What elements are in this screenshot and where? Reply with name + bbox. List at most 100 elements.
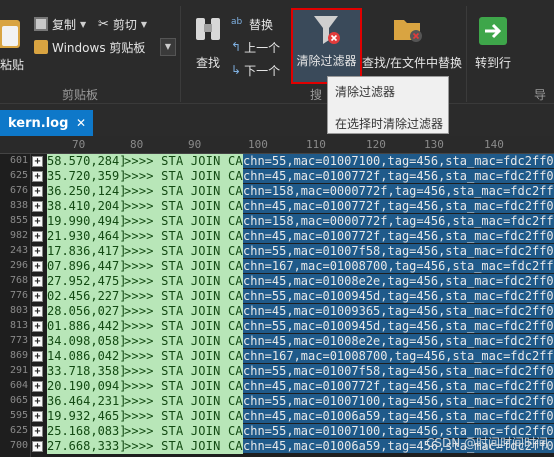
windows-clipboard-button[interactable]: Windows 剪贴板	[34, 37, 145, 57]
watermark: CSDN @时间时间时间	[425, 436, 548, 450]
line-number: 855	[9, 215, 28, 226]
highlighted-tag: >>>> STA JOIN CAP	[124, 169, 243, 184]
highlighted-tag: >>>> STA JOIN CAP	[124, 274, 243, 289]
tab-kern-log[interactable]: kern.log ✕	[0, 110, 93, 136]
log-message-text: chn=55,mac=0100945d,tag=456,sta_mac=fdc2…	[243, 319, 554, 333]
expand-icon[interactable]: +	[32, 186, 43, 197]
log-message: chn=45,mac=0100772f,tag=456,sta_mac=fdc2…	[243, 379, 554, 394]
log-row[interactable]: 803 +28.056,027] >>>> STA JOIN CAP chn=45,m…	[0, 304, 554, 319]
timestamp: 14.086,042]	[47, 349, 124, 364]
expand-icon[interactable]: +	[32, 231, 43, 242]
highlighted-tag: >>>> STA JOIN CAP	[124, 394, 243, 409]
expand-icon[interactable]: +	[32, 366, 43, 377]
expand-icon[interactable]: +	[32, 306, 43, 317]
timestamp: 17.836,417]	[47, 244, 124, 259]
timestamp: 36.250,124]	[47, 184, 124, 199]
expand-icon[interactable]: +	[32, 216, 43, 227]
log-row[interactable]: 065 +36.464,231] >>>> STA JOIN CAP chn=55,m…	[0, 394, 554, 409]
line-number: 625	[9, 170, 28, 181]
expand-icon[interactable]: +	[32, 396, 43, 407]
log-view[interactable]: 601 +58.570,284] >>>> STA JOIN CAP chn=55,m…	[0, 154, 554, 457]
expand-icon[interactable]: +	[32, 156, 43, 167]
cut-button[interactable]: ✂ 剪切 ▼	[98, 14, 147, 34]
goto-line-button[interactable]: 转到行	[470, 8, 516, 84]
log-row[interactable]: 604 +20.190,094] >>>> STA JOIN CAP chn=45,m…	[0, 379, 554, 394]
log-row[interactable]: 855 +19.990,494] >>>> STA JOIN CAP chn=158,…	[0, 214, 554, 229]
log-message: chn=45,mac=01009365,tag=456,sta_mac=fdc2…	[243, 304, 554, 319]
highlighted-tag: >>>> STA JOIN CAP	[124, 319, 243, 334]
log-row[interactable]: 813 +01.886,442] >>>> STA JOIN CAP chn=55,m…	[0, 319, 554, 334]
line-number: 065	[9, 395, 28, 406]
expand-icon[interactable]: +	[32, 381, 43, 392]
ruler-tick: 110	[306, 138, 326, 151]
highlighted-tag: >>>> STA JOIN CAP	[124, 154, 243, 169]
group-divider	[466, 6, 467, 102]
log-row[interactable]: 776 +02.456,227] >>>> STA JOIN CAP chn=55,m…	[0, 289, 554, 304]
expand-icon[interactable]: +	[32, 426, 43, 437]
log-row[interactable]: 768 +27.952,475] >>>> STA JOIN CAP chn=45,m…	[0, 274, 554, 289]
ribbon-toolbar: 粘贴 复制 ▼ ✂ 剪切 ▼ Windows 剪贴板 ▼ 剪贴板 查找 ab 替…	[0, 0, 554, 104]
highlighted-tag: >>>> STA JOIN CAP	[124, 334, 243, 349]
line-number: 601	[9, 155, 28, 166]
expand-icon[interactable]: +	[32, 276, 43, 287]
find-in-files-button[interactable]: 查找/在文件中替换	[362, 8, 462, 84]
expand-icon[interactable]: +	[32, 261, 43, 272]
log-message-text: chn=45,mac=0100772f,tag=456,sta_mac=fdc2…	[243, 169, 554, 183]
line-number: 676	[9, 185, 28, 196]
log-row[interactable]: 291 +33.718,358] >>>> STA JOIN CAP chn=55,m…	[0, 364, 554, 379]
expand-icon[interactable]: +	[32, 351, 43, 362]
clipboard-dropdown[interactable]: ▼	[160, 38, 176, 56]
document-tab-bar: kern.log ✕	[0, 104, 554, 136]
line-number: 813	[9, 320, 28, 331]
timestamp: 58.570,284]	[47, 154, 124, 169]
replace-button[interactable]: ab 替换	[231, 14, 273, 34]
line-number: 773	[9, 335, 28, 346]
log-row[interactable]: 773 +34.098,058] >>>> STA JOIN CAP chn=45,m…	[0, 334, 554, 349]
timestamp: 01.886,442]	[47, 319, 124, 334]
expand-icon[interactable]: +	[32, 246, 43, 257]
expand-icon[interactable]: +	[32, 321, 43, 332]
timestamp: 38.410,204]	[47, 199, 124, 214]
log-message-text: chn=55,mac=01007f58,tag=456,sta_mac=fdc2…	[243, 364, 554, 378]
log-row[interactable]: 869 +14.086,042] >>>> STA JOIN CAP chn=167,…	[0, 349, 554, 364]
find-next-button[interactable]: ↳ 下一个	[231, 60, 280, 80]
log-message: chn=55,mac=01007100,tag=456,sta_mac=fdc2…	[243, 154, 554, 169]
line-number: 243	[9, 245, 28, 256]
highlighted-tag: >>>> STA JOIN CAP	[124, 439, 243, 454]
line-number: 803	[9, 305, 28, 316]
log-message: chn=45,mac=0100772f,tag=456,sta_mac=fdc2…	[243, 229, 554, 244]
highlighted-tag: >>>> STA JOIN CAP	[124, 289, 243, 304]
line-number: 595	[9, 410, 28, 421]
log-message-text: chn=45,mac=01008e2e,tag=456,sta_mac=fdc2…	[243, 274, 554, 288]
log-message-text: chn=45,mac=0100772f,tag=456,sta_mac=fdc2…	[243, 229, 554, 243]
log-row[interactable]: 243 +17.836,417] >>>> STA JOIN CAP chn=55,m…	[0, 244, 554, 259]
log-row[interactable]: 625 +35.720,359] >>>> STA JOIN CAP chn=45,m…	[0, 169, 554, 184]
log-message-text: chn=45,mac=01006a59,tag=456,sta_mac=fdc2…	[243, 409, 554, 423]
find-button[interactable]: 查找	[190, 8, 226, 84]
expand-icon[interactable]: +	[32, 291, 43, 302]
log-row[interactable]: 676 +36.250,124] >>>> STA JOIN CAP chn=158,…	[0, 184, 554, 199]
log-message: chn=45,mac=0100772f,tag=456,sta_mac=fdc2…	[243, 199, 554, 214]
log-row[interactable]: 838 +38.410,204] >>>> STA JOIN CAP chn=45,m…	[0, 199, 554, 214]
log-row[interactable]: 296 +07.896,447] >>>> STA JOIN CAP chn=167,…	[0, 259, 554, 274]
copy-button[interactable]: 复制 ▼	[34, 14, 86, 34]
timestamp: 25.168,083]	[47, 424, 124, 439]
log-message: chn=55,mac=01007f58,tag=456,sta_mac=fdc2…	[243, 244, 554, 259]
log-message: chn=55,mac=01007100,tag=456,sta_mac=fdc2…	[243, 394, 554, 409]
log-row[interactable]: 601 +58.570,284] >>>> STA JOIN CAP chn=55,m…	[0, 154, 554, 169]
clear-filter-button[interactable]: 清除过滤器	[291, 8, 362, 84]
expand-icon[interactable]: +	[32, 441, 43, 452]
find-previous-button[interactable]: ↰ 上一个	[231, 37, 280, 57]
log-row[interactable]: 982 +21.930,464] >>>> STA JOIN CAP chn=45,m…	[0, 229, 554, 244]
clipboard-group-label: 剪贴板	[62, 88, 99, 102]
expand-icon[interactable]: +	[32, 336, 43, 347]
timestamp: 34.098,058]	[47, 334, 124, 349]
expand-icon[interactable]: +	[32, 171, 43, 182]
expand-icon[interactable]: +	[32, 411, 43, 422]
arrow-up-icon: ↰	[231, 40, 242, 54]
paste-button[interactable]: 粘贴	[0, 10, 24, 72]
close-icon[interactable]: ✕	[76, 116, 86, 130]
expand-icon[interactable]: +	[32, 201, 43, 212]
timestamp: 33.718,358]	[47, 364, 124, 379]
log-row[interactable]: 595 +19.932,465] >>>> STA JOIN CAP chn=45,m…	[0, 409, 554, 424]
